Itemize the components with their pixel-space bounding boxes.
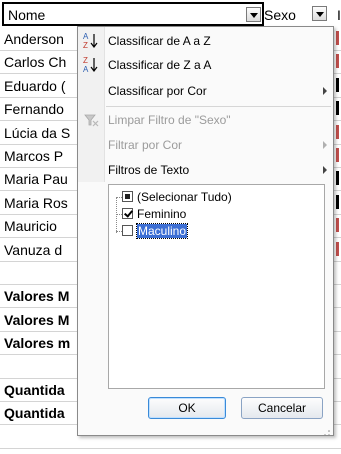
svg-text:A: A <box>83 65 89 74</box>
menu-label-sort-by-color: Classificar por Cor <box>108 84 207 98</box>
feminino-checkbox[interactable] <box>122 208 133 219</box>
maculino-label: Maculino <box>135 223 189 239</box>
autofilter-dropdown[interactable]: A Z Classificar de A a Z Z A Classificar… <box>77 26 334 436</box>
svg-text:Z: Z <box>83 56 88 65</box>
sort-za-icon: Z A <box>83 55 99 75</box>
menu-label-filter-by-color: Filtrar por Cor <box>108 138 183 152</box>
cell-edge-mark <box>336 194 339 209</box>
cell-name[interactable]: Mauricio <box>4 218 57 234</box>
filter-dropdown-button-nome[interactable] <box>246 7 261 22</box>
tree-item-maculino[interactable]: Maculino <box>109 223 309 240</box>
cell-edge-mark <box>336 77 339 92</box>
menu-item-sort-za[interactable]: Z A Classificar de Z a A <box>78 54 333 76</box>
clear-filter-icon <box>83 110 99 130</box>
cell-name[interactable]: Eduardo ( <box>4 78 65 94</box>
header-cell-next[interactable]: I <box>320 2 341 26</box>
cell-name[interactable]: Quantida <box>4 382 65 398</box>
select-all-label: (Selecionar Tudo) <box>137 190 232 204</box>
menu-item-sort-by-color[interactable]: Classificar por Cor <box>78 80 333 102</box>
menu-item-sort-az[interactable]: A Z Classificar de A a Z <box>78 30 333 52</box>
menu-item-text-filters[interactable]: Filtros de Texto <box>78 159 333 181</box>
cell-edge-mark <box>336 54 339 69</box>
cell-edge-mark <box>336 171 339 186</box>
feminino-label: Feminino <box>137 207 187 221</box>
cell-name[interactable]: Fernando <box>4 101 64 117</box>
cell-name[interactable]: Maria Pau <box>4 171 68 187</box>
cell-edge-mark <box>336 101 339 116</box>
menu-label-text-filters: Filtros de Texto <box>108 163 190 177</box>
cell-name[interactable]: Lúcia da S <box>4 125 70 141</box>
header-label-sexo: Sexo <box>264 7 296 23</box>
sort-az-icon: A Z <box>83 31 99 51</box>
menu-item-filter-by-color: Filtrar por Cor <box>78 134 333 156</box>
header-cell-sexo[interactable]: Sexo <box>264 2 327 27</box>
menu-separator <box>106 106 331 107</box>
cell-name[interactable]: Quantida <box>4 405 65 421</box>
header-label-nome: Nome <box>8 7 46 23</box>
tree-item-feminino[interactable]: Feminino <box>109 206 309 223</box>
maculino-checkbox[interactable] <box>122 225 133 236</box>
cell-name[interactable]: Valores m <box>4 335 70 351</box>
tree-item-select-all[interactable]: (Selecionar Tudo) <box>109 189 309 206</box>
cell-name[interactable]: Valores M <box>4 288 69 304</box>
submenu-arrow-icon <box>323 166 327 174</box>
cell-name[interactable]: Anderson <box>4 31 64 47</box>
submenu-arrow-icon <box>323 141 327 149</box>
cell-name[interactable]: Vanuza d <box>4 242 62 258</box>
menu-item-clear-filter: Limpar Filtro de "Sexo" <box>78 109 333 131</box>
cell-name[interactable]: Carlos Ch <box>4 54 66 70</box>
cell-edge-mark <box>336 31 339 45</box>
resize-grip-icon[interactable] <box>323 425 331 436</box>
menu-label-sort-za: Classificar de Z a A <box>108 58 212 72</box>
cell-edge-mark <box>336 241 339 256</box>
cell-name[interactable]: Marcos P <box>4 148 63 164</box>
header-cell-nome[interactable]: Nome <box>2 2 264 26</box>
cancel-button[interactable]: Cancelar <box>241 397 323 419</box>
menu-label-sort-az: Classificar de A a Z <box>108 34 211 48</box>
ok-button[interactable]: OK <box>148 397 226 419</box>
cell-name[interactable]: Valores M <box>4 312 69 328</box>
menu-label-clear-filter: Limpar Filtro de "Sexo" <box>108 113 231 127</box>
select-all-checkbox[interactable] <box>122 191 133 202</box>
cell-edge-mark <box>336 148 339 162</box>
header-label-next: I <box>337 7 341 23</box>
cell-name[interactable]: Maria Ros <box>4 195 68 211</box>
svg-text:A: A <box>83 32 89 41</box>
cell-edge-mark <box>336 218 339 233</box>
svg-text:Z: Z <box>83 41 88 50</box>
cell-edge-mark <box>336 124 339 139</box>
filter-values-tree[interactable]: (Selecionar Tudo) Feminino Maculino <box>108 184 325 389</box>
submenu-arrow-icon <box>323 87 327 95</box>
